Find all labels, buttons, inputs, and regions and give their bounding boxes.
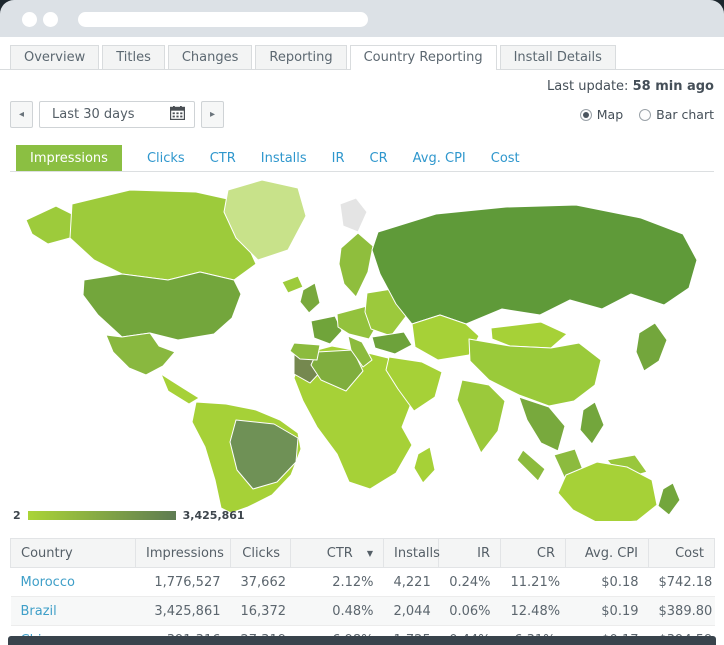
tab-country-reporting[interactable]: Country Reporting: [350, 45, 497, 70]
map-region-scandinavia[interactable]: [339, 233, 373, 297]
metric-tab-clicks[interactable]: Clicks: [147, 145, 185, 171]
map-region-mexico[interactable]: [106, 333, 175, 375]
last-update-value: 58 min ago: [633, 79, 714, 94]
metric-tab-ctr[interactable]: CTR: [210, 145, 236, 171]
legend-gradient-bar: [28, 511, 176, 520]
radio-map[interactable]: Map: [580, 107, 623, 122]
world-map: 2 3,425,861: [10, 176, 714, 532]
country-link-morocco[interactable]: Morocco: [21, 575, 75, 590]
cell-ir: 0.24%: [439, 568, 501, 597]
metric-tab-bar: Impressions Clicks CTR Installs IR CR Av…: [10, 145, 714, 172]
cell-clicks: 16,372: [231, 597, 291, 626]
cell-ctr: 2.12%: [291, 568, 384, 597]
view-toggle: Map Bar chart: [580, 107, 714, 122]
sort-desc-icon[interactable]: ▼: [367, 549, 373, 558]
col-ir[interactable]: IR: [439, 539, 501, 568]
map-region-madagascar[interactable]: [414, 447, 435, 483]
browser-chrome: [0, 0, 724, 37]
window-dot-icon: [43, 12, 58, 27]
cell-avg-cpi: $0.19: [566, 597, 649, 626]
cell-impressions: 3,425,861: [136, 597, 231, 626]
map-region-usa[interactable]: [83, 272, 241, 340]
date-prev-button[interactable]: ◂: [10, 101, 33, 128]
tab-overview[interactable]: Overview: [10, 45, 99, 69]
date-range-nav: ◂ Last 30 days: [10, 101, 224, 128]
col-installs[interactable]: Installs: [384, 539, 439, 568]
map-region-sumatra[interactable]: [517, 450, 545, 481]
map-region-indochina[interactable]: [519, 397, 565, 451]
col-ctr-label: CTR: [327, 546, 353, 561]
cell-cr: 12.48%: [501, 597, 566, 626]
last-update-label: Last update:: [547, 79, 628, 94]
table-row-morocco: Morocco 1,776,527 37,662 2.12% 4,221 0.2…: [11, 568, 715, 597]
col-cr[interactable]: CR: [501, 539, 566, 568]
metric-tab-avg-cpi[interactable]: Avg. CPI: [413, 145, 466, 171]
map-region-japan[interactable]: [636, 323, 667, 371]
map-region-svalbard[interactable]: [340, 198, 367, 232]
address-bar: [78, 12, 368, 27]
cell-ctr: 0.48%: [291, 597, 384, 626]
map-region-mongolia[interactable]: [491, 322, 567, 348]
cell-cost: $742.18: [649, 568, 715, 597]
map-region-philippines[interactable]: [580, 402, 604, 444]
radio-bar-chart-label: Bar chart: [656, 107, 714, 122]
tab-changes[interactable]: Changes: [168, 45, 253, 69]
radio-bar-chart[interactable]: Bar chart: [639, 107, 714, 122]
metric-tab-cr[interactable]: CR: [370, 145, 388, 171]
date-range-value: Last 30 days: [52, 107, 135, 122]
tab-install-details[interactable]: Install Details: [500, 45, 616, 69]
map-legend: 2 3,425,861: [13, 509, 245, 522]
map-region-india[interactable]: [457, 380, 505, 453]
nav-tab-bar: Overview Titles Changes Reporting Countr…: [0, 37, 724, 70]
date-range-select[interactable]: Last 30 days: [39, 101, 195, 128]
tab-titles[interactable]: Titles: [102, 45, 165, 69]
map-region-central-america[interactable]: [161, 374, 199, 404]
cell-clicks: 37,662: [231, 568, 291, 597]
calendar-icon: [170, 106, 185, 124]
radio-selected-icon: [580, 109, 592, 121]
cell-cr: 11.21%: [501, 568, 566, 597]
col-cost[interactable]: Cost: [649, 539, 715, 568]
metric-tab-impressions[interactable]: Impressions: [16, 145, 122, 171]
col-impressions[interactable]: Impressions: [136, 539, 231, 568]
cell-avg-cpi: $0.18: [566, 568, 649, 597]
window-dot-icon: [22, 12, 37, 27]
chevron-right-icon: ▸: [210, 109, 215, 120]
metric-tab-ir[interactable]: IR: [332, 145, 345, 171]
cell-installs: 2,044: [384, 597, 439, 626]
cell-impressions: 1,776,527: [136, 568, 231, 597]
map-region-new-zealand[interactable]: [658, 483, 680, 515]
legend-min: 2: [13, 509, 21, 522]
col-country[interactable]: Country: [11, 539, 136, 568]
tab-reporting[interactable]: Reporting: [255, 45, 346, 69]
col-clicks[interactable]: Clicks: [231, 539, 291, 568]
table-header-row: Country Impressions Clicks CTR ▼ Install…: [11, 539, 715, 568]
chevron-left-icon: ◂: [19, 109, 24, 120]
col-ctr[interactable]: CTR ▼: [291, 539, 384, 568]
cell-cost: $389.80: [649, 597, 715, 626]
map-region-turkey[interactable]: [372, 332, 412, 354]
date-next-button[interactable]: ▸: [201, 101, 224, 128]
map-region-iceland[interactable]: [282, 276, 303, 293]
bottom-frame-bar: [8, 636, 716, 645]
country-table: Country Impressions Clicks CTR ▼ Install…: [10, 538, 715, 645]
metric-tab-installs[interactable]: Installs: [261, 145, 307, 171]
table-row-brazil: Brazil 3,425,861 16,372 0.48% 2,044 0.06…: [11, 597, 715, 626]
radio-unselected-icon: [639, 109, 651, 121]
last-update: Last update: 58 min ago: [10, 70, 714, 94]
cell-installs: 4,221: [384, 568, 439, 597]
col-avg-cpi[interactable]: Avg. CPI: [566, 539, 649, 568]
country-link-brazil[interactable]: Brazil: [21, 604, 57, 619]
map-region-russia[interactable]: [372, 205, 697, 324]
radio-map-label: Map: [597, 107, 623, 122]
map-region-alaska[interactable]: [26, 206, 76, 244]
legend-max: 3,425,861: [183, 509, 245, 522]
cell-ir: 0.06%: [439, 597, 501, 626]
metric-tab-cost[interactable]: Cost: [491, 145, 520, 171]
